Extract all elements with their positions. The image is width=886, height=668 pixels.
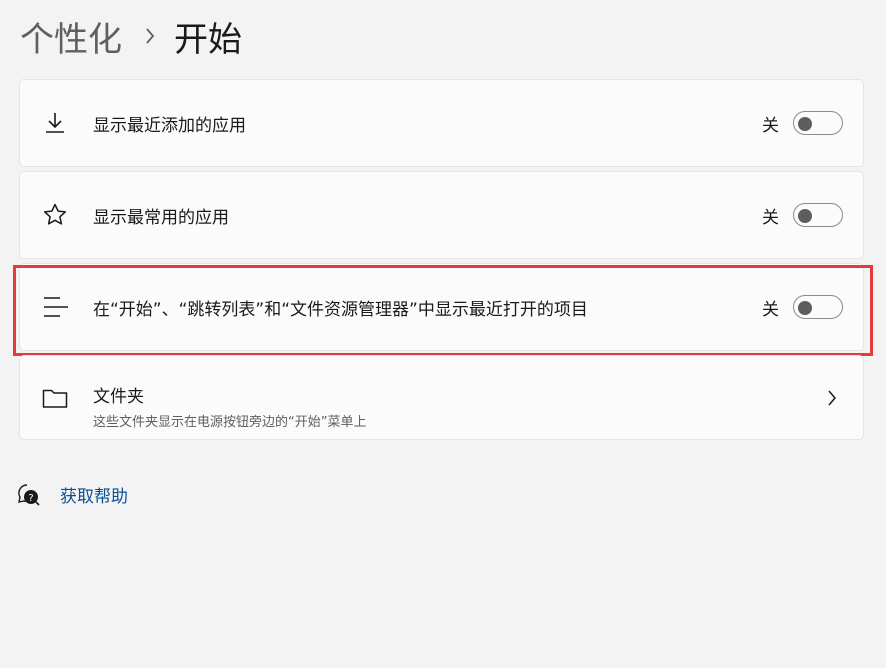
- chevron-right-icon: [144, 26, 156, 46]
- download-icon: [42, 110, 68, 136]
- recent-apps-toggle[interactable]: [793, 111, 843, 135]
- breadcrumb: 个性化 开始: [20, 12, 242, 60]
- toggle-state-text: 关: [762, 115, 779, 136]
- setting-label: 显示最常用的应用: [93, 207, 229, 228]
- toggle-state-text: 关: [762, 207, 779, 228]
- most-used-apps-toggle[interactable]: [793, 203, 843, 227]
- get-help-link[interactable]: ? 获取帮助: [18, 482, 128, 507]
- folder-icon: [42, 385, 68, 411]
- page-title: 开始: [174, 19, 242, 60]
- setting-row-most-used-apps: 显示最常用的应用 关: [19, 171, 864, 259]
- highlight-box: [13, 265, 873, 356]
- get-help-label[interactable]: 获取帮助: [60, 482, 128, 507]
- toggle-knob: [798, 209, 812, 223]
- setting-label: 显示最近添加的应用: [93, 115, 246, 136]
- folders-title: 文件夹: [93, 387, 144, 407]
- setting-row-recent-apps: 显示最近添加的应用 关: [19, 79, 864, 167]
- svg-text:?: ?: [28, 493, 33, 504]
- help-chat-icon: ?: [18, 483, 40, 506]
- breadcrumb-parent[interactable]: 个性化: [20, 12, 122, 61]
- folders-subtitle: 这些文件夹显示在电源按钮旁边的“开始”菜单上: [93, 415, 367, 430]
- folders-row[interactable]: 文件夹 这些文件夹显示在电源按钮旁边的“开始”菜单上: [19, 355, 864, 440]
- toggle-knob: [798, 117, 812, 131]
- folders-text: 文件夹 这些文件夹显示在电源按钮旁边的“开始”菜单上: [93, 382, 366, 430]
- star-icon: [42, 202, 68, 228]
- chevron-right-icon: [827, 390, 837, 410]
